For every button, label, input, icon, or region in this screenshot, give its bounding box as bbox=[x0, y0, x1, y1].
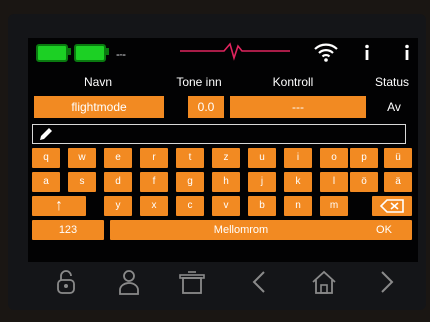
home-icon[interactable] bbox=[310, 268, 338, 296]
info-icon[interactable] bbox=[402, 44, 412, 62]
key-j[interactable]: j bbox=[248, 172, 276, 192]
mode-field[interactable]: flightmode bbox=[34, 96, 164, 118]
battery-tip bbox=[68, 48, 71, 55]
space-key[interactable]: Mellomrom bbox=[110, 220, 372, 240]
key-w[interactable]: w bbox=[68, 148, 96, 168]
screen: -·- Navn Tone inn Kontroll Status flight… bbox=[28, 38, 418, 262]
back-icon[interactable] bbox=[246, 268, 274, 296]
user-icon bbox=[119, 270, 139, 295]
unlock-icon bbox=[57, 270, 75, 294]
connection-icon: -·- bbox=[116, 47, 126, 61]
key-z[interactable]: z bbox=[212, 148, 240, 168]
value-field[interactable]: 0.0 bbox=[188, 96, 224, 118]
unlock-icon[interactable] bbox=[52, 268, 80, 296]
pot-icon[interactable] bbox=[178, 268, 206, 296]
key-ae[interactable]: ä bbox=[384, 172, 412, 192]
forward-icon bbox=[381, 271, 394, 293]
key-v[interactable]: v bbox=[212, 196, 240, 216]
key-p[interactable]: p bbox=[350, 148, 378, 168]
key-a[interactable]: a bbox=[32, 172, 60, 192]
battery-tip bbox=[106, 48, 109, 55]
status-bar: -·- bbox=[28, 38, 418, 70]
state-toggle[interactable]: Av bbox=[374, 96, 414, 118]
key-f[interactable]: f bbox=[140, 172, 168, 192]
battery-icon bbox=[74, 44, 106, 62]
text-input[interactable] bbox=[32, 124, 406, 144]
field-row: flightmode 0.0 --- Av bbox=[28, 96, 418, 118]
wifi-icon bbox=[314, 43, 338, 62]
back-icon bbox=[252, 271, 265, 293]
pot-icon bbox=[179, 271, 205, 294]
key-s[interactable]: s bbox=[68, 172, 96, 192]
user-icon[interactable] bbox=[115, 268, 143, 296]
key-y[interactable]: y bbox=[104, 196, 132, 216]
pencil-icon bbox=[40, 128, 52, 140]
key-r[interactable]: r bbox=[140, 148, 168, 168]
pulse-icon bbox=[180, 42, 290, 61]
tab-navn[interactable]: Navn bbox=[70, 72, 126, 92]
key-q[interactable]: q bbox=[32, 148, 60, 168]
dash-field[interactable]: --- bbox=[230, 96, 366, 118]
key-l[interactable]: l bbox=[320, 172, 348, 192]
tab-kontroll[interactable]: Kontroll bbox=[260, 72, 326, 92]
key-d[interactable]: d bbox=[104, 172, 132, 192]
forward-icon[interactable] bbox=[372, 268, 400, 296]
tab-status[interactable]: Status bbox=[368, 72, 416, 92]
info-icon[interactable] bbox=[362, 44, 372, 62]
battery-icon bbox=[36, 44, 68, 62]
tab-tone-inn[interactable]: Tone inn bbox=[164, 72, 234, 92]
key-b[interactable]: b bbox=[248, 196, 276, 216]
key-n[interactable]: n bbox=[284, 196, 312, 216]
key-u[interactable]: u bbox=[248, 148, 276, 168]
key-m[interactable]: m bbox=[320, 196, 348, 216]
key-k[interactable]: k bbox=[284, 172, 312, 192]
key-g[interactable]: g bbox=[176, 172, 204, 192]
key-x[interactable]: x bbox=[140, 196, 168, 216]
key-i[interactable]: i bbox=[284, 148, 312, 168]
key-oe[interactable]: ö bbox=[350, 172, 378, 192]
tab-bar: Navn Tone inn Kontroll Status bbox=[28, 72, 418, 92]
key-t[interactable]: t bbox=[176, 148, 204, 168]
key-o[interactable]: o bbox=[320, 148, 348, 168]
key-e[interactable]: e bbox=[104, 148, 132, 168]
home-icon bbox=[312, 270, 336, 294]
ok-key[interactable]: OK bbox=[356, 220, 412, 240]
backspace-icon bbox=[379, 199, 404, 213]
numbers-key[interactable]: 123 bbox=[32, 220, 104, 240]
key-ue[interactable]: ü bbox=[384, 148, 412, 168]
backspace-key[interactable] bbox=[372, 196, 412, 216]
shift-key[interactable]: ↑ bbox=[32, 196, 86, 216]
key-h[interactable]: h bbox=[212, 172, 240, 192]
key-c[interactable]: c bbox=[176, 196, 204, 216]
keyboard: q w e r t z u i o p ü a s d f g h j k l … bbox=[28, 148, 418, 260]
